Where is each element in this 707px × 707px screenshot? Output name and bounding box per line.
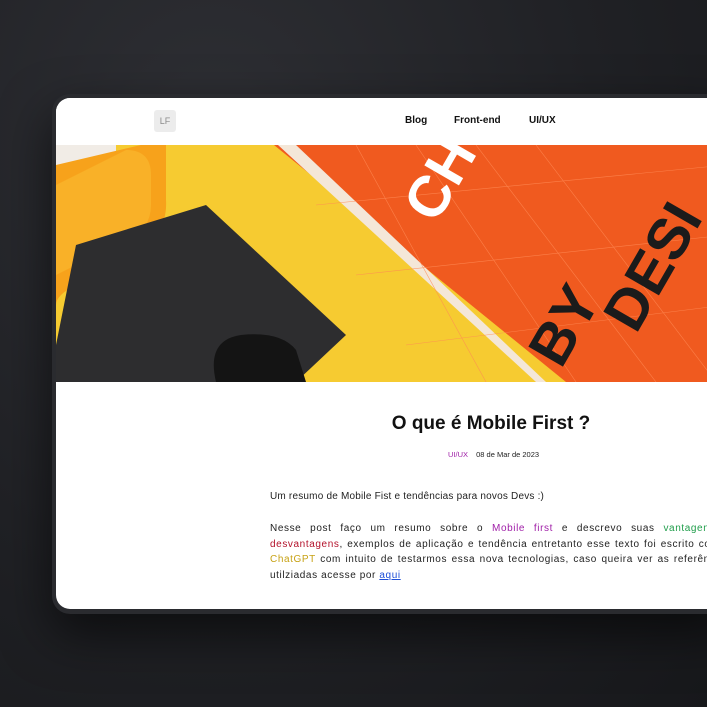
nav-blog[interactable]: Blog [405,115,427,126]
post-summary: Um resumo de Mobile Fist e tendências pa… [270,491,545,502]
references-link[interactable]: aqui [379,570,400,581]
post-title: O que é Mobile First ? [391,413,591,434]
hero-image: CH BY DESI [56,145,707,382]
top-navbar: LF Blog Front-end UI/UX [56,98,707,145]
body-text-2: e descrevo suas [553,523,664,534]
body-text-5: com intuito de testarmos essa nova tecno… [270,554,707,581]
browser-screen: LF Blog Front-end UI/UX CH BY DESI O que… [56,98,707,609]
logo[interactable]: LF [154,110,176,132]
highlight-mobile-first: Mobile first [492,523,554,534]
hero-illustration: CH BY DESI [56,145,707,382]
post-body: Nesse post faço um resumo sobre o Mobile… [270,521,707,583]
post-date: 08 de Mar de 2023 [476,450,540,459]
highlight-desvantagens: desvantagens [270,538,340,550]
highlight-vantagens: vantagens [663,523,707,534]
highlight-chatgpt: ChatGPT [270,554,316,565]
post-tag[interactable]: UI/UX [448,450,468,459]
nav-front-end[interactable]: Front-end [454,115,501,126]
body-text-4: , exemplos de aplicação e tendência entr… [339,538,707,550]
post-meta: UI/UX 08 de Mar de 2023 [448,450,539,459]
nav-ui-ux[interactable]: UI/UX [529,115,556,126]
body-text-1: Nesse post faço um resumo sobre o [270,523,493,534]
